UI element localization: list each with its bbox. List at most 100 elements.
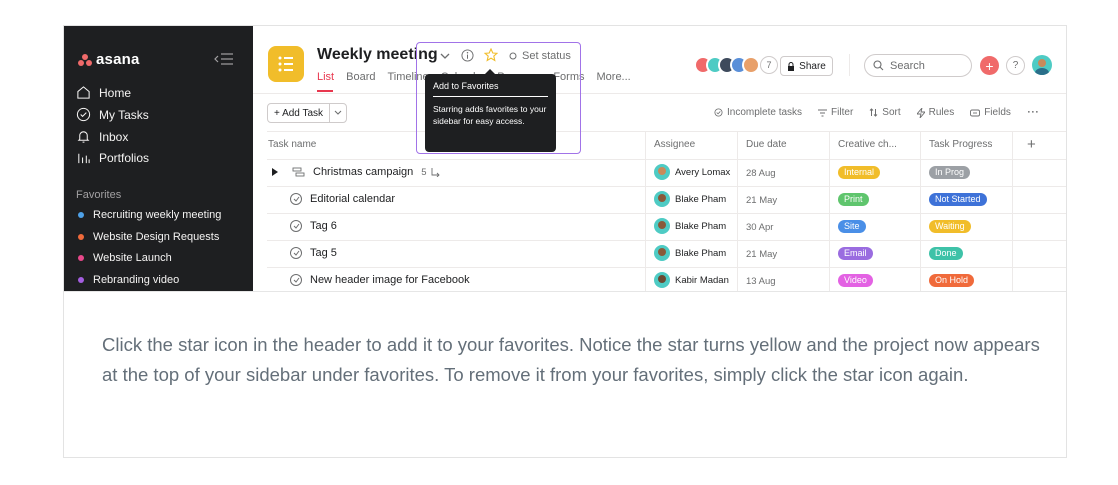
column-header-due-date[interactable]: Due date xyxy=(746,139,787,150)
favorite-item[interactable]: Website Design Requests xyxy=(78,231,219,243)
row-divider xyxy=(267,186,1066,187)
table-row[interactable]: Tag 5 xyxy=(290,247,337,259)
sidebar-item-home[interactable]: Home xyxy=(76,85,131,100)
task-name: Tag 6 xyxy=(310,220,337,232)
article-card: asana Home My Tasks Inbox Portfolios Fav… xyxy=(63,25,1067,458)
task-name: New header image for Facebook xyxy=(310,274,470,286)
add-task-main[interactable]: + Add Task xyxy=(268,104,331,122)
due-date-cell[interactable]: 21 May xyxy=(746,249,777,260)
incomplete-tasks-button[interactable]: Incomplete tasks xyxy=(714,107,802,118)
due-date-cell[interactable]: 30 Apr xyxy=(746,222,773,233)
list-icon xyxy=(278,56,293,72)
asana-screenshot: asana Home My Tasks Inbox Portfolios Fav… xyxy=(64,26,1066,292)
more-options-button[interactable]: ··· xyxy=(1027,103,1039,118)
progress-cell[interactable]: In Prog xyxy=(929,166,971,179)
favorite-item[interactable]: Rebranding video xyxy=(78,274,179,286)
help-button[interactable]: ? xyxy=(1006,56,1025,75)
caption-text: Click the star icon in the header to add… xyxy=(102,334,1040,385)
progress-cell[interactable]: Done xyxy=(929,247,963,260)
creative-cell[interactable]: Video xyxy=(838,274,873,287)
incomplete-tasks-label: Incomplete tasks xyxy=(727,107,803,118)
complete-checkbox[interactable] xyxy=(290,220,302,232)
collapse-sidebar-icon[interactable] xyxy=(214,52,234,66)
expand-triangle-icon[interactable] xyxy=(272,168,278,176)
status-badge: Waiting xyxy=(929,220,971,233)
quick-add-button[interactable]: + xyxy=(980,56,999,75)
sidebar-item-label: Portfolios xyxy=(99,150,150,165)
user-avatar[interactable] xyxy=(1032,55,1052,75)
assignee-cell[interactable]: Blake Pham xyxy=(654,191,726,207)
check-icon xyxy=(293,196,299,202)
asana-logo[interactable]: asana xyxy=(78,51,140,68)
check-icon xyxy=(293,277,299,283)
project-icon[interactable] xyxy=(268,46,304,82)
assignee-cell[interactable]: Avery Lomax xyxy=(654,164,730,180)
progress-cell[interactable]: Not Started xyxy=(929,193,987,206)
sort-icon xyxy=(869,108,878,117)
creative-cell[interactable]: Internal xyxy=(838,166,881,179)
assignee-cell[interactable]: Blake Pham xyxy=(654,218,726,234)
complete-checkbox[interactable] xyxy=(290,274,302,286)
sidebar-item-label: My Tasks xyxy=(99,107,149,122)
sort-button[interactable]: Sort xyxy=(869,107,901,118)
fields-button[interactable]: Fields xyxy=(970,107,1011,118)
share-button[interactable]: Share xyxy=(780,56,833,76)
column-header-assignee[interactable]: Assignee xyxy=(654,139,695,150)
sidebar: asana Home My Tasks Inbox Portfolios Fav… xyxy=(64,26,253,291)
project-members[interactable]: 7 xyxy=(694,56,778,74)
header-divider xyxy=(253,93,1066,94)
progress-cell[interactable]: On Hold xyxy=(929,274,975,287)
status-badge: In Prog xyxy=(929,166,971,179)
table-row[interactable]: Tag 6 xyxy=(290,220,337,232)
assignee-name: Blake Pham xyxy=(675,193,727,205)
search-input[interactable]: Search xyxy=(864,54,972,77)
assignee-cell[interactable]: Blake Pham xyxy=(654,245,726,261)
color-dot xyxy=(78,277,84,283)
status-badge: Print xyxy=(838,193,869,206)
sidebar-item-label: Inbox xyxy=(99,129,129,144)
complete-checkbox[interactable] xyxy=(290,193,302,205)
fields-label: Fields xyxy=(984,107,1011,118)
due-date-cell[interactable]: 13 Aug xyxy=(746,276,776,287)
status-badge: Site xyxy=(838,220,866,233)
row-divider xyxy=(267,213,1066,214)
status-badge: Video xyxy=(838,274,873,287)
favorite-label: Website Launch xyxy=(93,252,172,264)
favorite-item[interactable]: Recruiting weekly meeting xyxy=(78,209,221,221)
tab-list[interactable]: List xyxy=(317,71,334,83)
due-date-cell[interactable]: 28 Aug xyxy=(746,168,776,179)
rules-button[interactable]: Rules xyxy=(916,107,954,118)
asana-logo-icon xyxy=(78,53,92,66)
table-row[interactable]: Christmas campaign 5 xyxy=(272,166,441,178)
creative-cell[interactable]: Email xyxy=(838,247,873,260)
tab-board[interactable]: Board xyxy=(346,71,375,83)
sidebar-item-my-tasks[interactable]: My Tasks xyxy=(76,107,149,122)
assignee-name: Blake Pham xyxy=(675,220,727,232)
complete-checkbox[interactable] xyxy=(290,247,302,259)
add-task-button[interactable]: + Add Task xyxy=(267,103,348,123)
favorite-label: Website Design Requests xyxy=(93,231,220,243)
task-name: Tag 5 xyxy=(310,247,337,259)
check-circle-icon xyxy=(76,107,91,122)
due-date-cell[interactable]: 21 May xyxy=(746,195,777,206)
logo-text: asana xyxy=(96,51,140,68)
column-header-creative[interactable]: Creative ch... xyxy=(838,139,897,150)
table-border xyxy=(267,131,1066,132)
assignee-cell[interactable]: Kabir Madan xyxy=(654,272,729,288)
column-header-task-name[interactable]: Task name xyxy=(268,139,316,150)
sidebar-item-inbox[interactable]: Inbox xyxy=(76,129,128,144)
table-row[interactable]: Editorial calendar xyxy=(290,193,395,205)
favorite-item[interactable]: Website Launch xyxy=(78,252,172,264)
sidebar-item-portfolios[interactable]: Portfolios xyxy=(76,150,149,165)
table-row[interactable]: New header image for Facebook xyxy=(290,274,470,286)
filter-button[interactable]: Filter xyxy=(818,107,853,118)
creative-cell[interactable]: Site xyxy=(838,220,866,233)
column-header-task-progress[interactable]: Task Progress xyxy=(929,139,992,150)
add-task-dropdown[interactable] xyxy=(330,104,346,122)
add-column-button[interactable]: + xyxy=(1027,136,1036,153)
progress-cell[interactable]: Waiting xyxy=(929,220,971,233)
check-circle-icon xyxy=(714,108,723,117)
home-icon xyxy=(77,86,90,99)
creative-cell[interactable]: Print xyxy=(838,193,869,206)
tab-more[interactable]: More... xyxy=(597,71,631,83)
